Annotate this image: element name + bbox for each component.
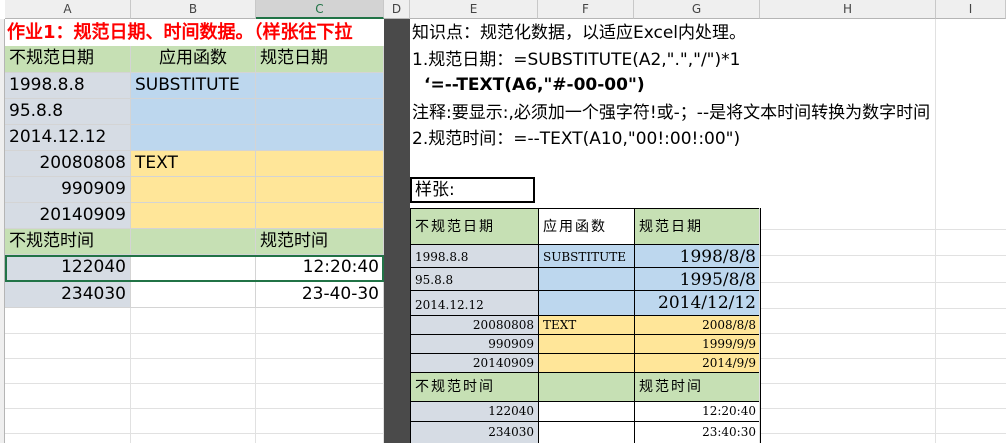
- note-line-1: 知识点：规范化数据，以适应Excel内处理。: [412, 23, 747, 43]
- sample-label: 样张:: [410, 177, 535, 203]
- cell-a4[interactable]: 95.8.8: [5, 99, 131, 125]
- cell-c7[interactable]: [256, 177, 384, 203]
- sample-cell: [539, 335, 635, 354]
- sample-cell: TEXT: [539, 316, 635, 335]
- cell-c4[interactable]: [256, 99, 384, 125]
- column-header-g[interactable]: G: [634, 0, 760, 19]
- note-line-2: 1.规范日期：=SUBSTITUTE(A2,".","/")*1: [412, 50, 741, 70]
- sample-cell: 23:40:30: [635, 422, 761, 443]
- cell-b6[interactable]: TEXT: [131, 151, 256, 177]
- gridline: [761, 308, 1006, 309]
- gridline: [761, 333, 1006, 334]
- cell-b5[interactable]: [131, 125, 256, 151]
- gridline: [761, 408, 1006, 409]
- sample-cell: 12:20:40: [635, 402, 761, 422]
- cell-a2[interactable]: 不规范日期: [5, 46, 131, 73]
- sample-cell: 20140909: [411, 354, 539, 373]
- gridline: [935, 19, 936, 443]
- sample-image: 不规范日期 应用函数 规范日期 1998.8.8 SUBSTITUTE 1998…: [410, 208, 761, 443]
- cell-a6[interactable]: 20080808: [5, 151, 131, 177]
- cell-a11[interactable]: 234030: [5, 282, 131, 308]
- gridline: [5, 433, 384, 434]
- gridline: [5, 358, 384, 359]
- cell-b11[interactable]: [131, 282, 256, 308]
- column-header-f[interactable]: F: [538, 0, 634, 19]
- cell-c3[interactable]: [256, 73, 384, 99]
- column-header-e[interactable]: E: [410, 0, 538, 19]
- gridline: [761, 282, 1006, 283]
- sample-cell: [539, 268, 635, 291]
- cell-c10[interactable]: 12:20:40: [256, 255, 384, 282]
- gridline: [5, 383, 384, 384]
- column-header-d[interactable]: D: [384, 0, 410, 19]
- sample-header-time: 规范时间: [635, 373, 761, 402]
- column-header-h[interactable]: H: [760, 0, 936, 19]
- cell-b4[interactable]: [131, 99, 256, 125]
- column-header-a[interactable]: A: [5, 0, 131, 19]
- sample-header-date: 规范日期: [635, 209, 761, 245]
- note-line-4: 注释:要显示:,必须加一个强字符!或-；--是将文本时间转换为数字时间: [412, 103, 931, 123]
- sample-cell: 1999/9/9: [635, 335, 761, 354]
- sample-header-irregular-date: 不规范日期: [411, 209, 539, 245]
- sample-cell: [539, 354, 635, 373]
- sample-cell: [539, 402, 635, 422]
- sample-cell: 234030: [411, 422, 539, 443]
- cell-c8[interactable]: [256, 203, 384, 229]
- cell-c6[interactable]: [256, 151, 384, 177]
- sample-cell: 2008/8/8: [635, 316, 761, 335]
- cell-c9[interactable]: 规范时间: [256, 229, 384, 255]
- cell-c11[interactable]: 23-40-30: [256, 282, 384, 308]
- cell-a3[interactable]: 1998.8.8: [5, 73, 131, 99]
- sample-cell: [539, 373, 635, 402]
- sample-cell: [539, 291, 635, 316]
- sheet-title[interactable]: 作业1：规范日期、时间数据。（样张往下拉: [7, 19, 384, 46]
- cell-b7[interactable]: [131, 177, 256, 203]
- note-line-3: ‘=--TEXT(A6,"#-00-00"): [424, 75, 645, 95]
- sample-cell: 990909: [411, 335, 539, 354]
- cell-b2[interactable]: 应用函数: [131, 46, 256, 73]
- cell-b10[interactable]: [131, 255, 256, 282]
- cell-a10[interactable]: 122040: [5, 255, 131, 282]
- cell-a8[interactable]: 20140909: [5, 203, 131, 229]
- gridline: [130, 308, 131, 443]
- cell-b3[interactable]: SUBSTITUTE: [131, 73, 256, 99]
- cell-c2[interactable]: 规范日期: [256, 46, 384, 73]
- gridline: [759, 208, 760, 443]
- sample-header-irregular-time: 不规范时间: [411, 373, 539, 402]
- gridline: [255, 308, 256, 443]
- cell-a9[interactable]: 不规范时间: [5, 229, 131, 255]
- cell-c5[interactable]: [256, 125, 384, 151]
- gridline: [5, 408, 384, 409]
- gridline: [761, 358, 1006, 359]
- sample-cell: 2014/12/12: [635, 291, 761, 316]
- sample-cell: 122040: [411, 402, 539, 422]
- gridline: [761, 383, 1006, 384]
- sample-cell: 20080808: [411, 316, 539, 335]
- cell-a5[interactable]: 2014.12.12: [5, 125, 131, 151]
- cell-b9[interactable]: [131, 229, 256, 255]
- screenshot-divider: [384, 19, 410, 443]
- sample-cell: 2014.12.12: [411, 291, 539, 316]
- sample-header-function: 应用函数: [539, 209, 635, 245]
- column-header-c[interactable]: C: [256, 0, 384, 19]
- cell-a7[interactable]: 990909: [5, 177, 131, 203]
- sample-cell: 95.8.8: [411, 268, 539, 291]
- cell-b8[interactable]: [131, 203, 256, 229]
- sample-cell: [539, 422, 635, 443]
- gridline: [761, 255, 1006, 256]
- gridline: [761, 433, 1006, 434]
- column-header-b[interactable]: B: [131, 0, 256, 19]
- sample-cell: SUBSTITUTE: [539, 245, 635, 268]
- sample-cell: 1995/8/8: [635, 268, 761, 291]
- gridline: [5, 333, 384, 334]
- sample-cell: 1998.8.8: [411, 245, 539, 268]
- sample-cell: 2014/9/9: [635, 354, 761, 373]
- sample-cell: 1998/8/8: [635, 245, 761, 268]
- gridline: [761, 229, 1006, 230]
- note-line-5: 2.规范时间：=--TEXT(A10,"00!:00!:00"): [412, 129, 741, 149]
- column-header-i[interactable]: I: [936, 0, 1006, 19]
